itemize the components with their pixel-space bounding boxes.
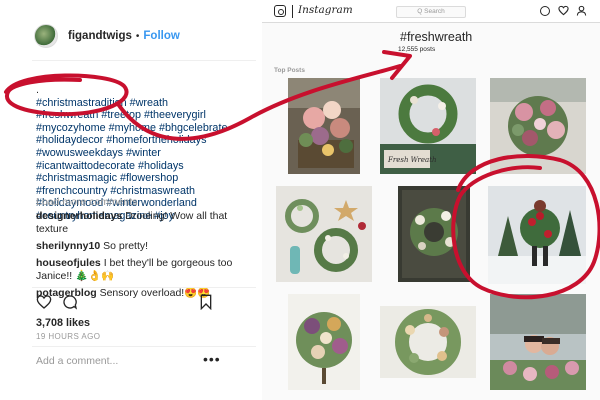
grid-post[interactable]: [288, 294, 360, 390]
wreath-photo: [488, 186, 586, 284]
comment-user[interactable]: sherilynny10: [36, 240, 100, 252]
wreath-photo: [398, 186, 470, 282]
header-divider: [32, 60, 256, 61]
comment-user[interactable]: houseofjules: [36, 257, 101, 269]
bookmark-icon[interactable]: [198, 294, 214, 310]
wreath-photo: [288, 294, 360, 390]
wreath-photo: [380, 306, 476, 378]
post-count: 12,555 posts: [398, 46, 436, 53]
heart-icon[interactable]: [36, 294, 52, 310]
caption-line[interactable]: #icantwaittodecorate #holidays: [36, 160, 256, 173]
comment-text: So pretty!: [103, 240, 149, 252]
grid-post[interactable]: [490, 78, 586, 174]
post-actions-bar: [36, 294, 214, 312]
post-timestamp: 19 HOURS AGO: [36, 332, 101, 341]
actions-divider: [32, 287, 256, 288]
profile-icon[interactable]: [576, 5, 587, 16]
hashtag-title: #freshwreath: [400, 30, 473, 44]
grid-post[interactable]: [288, 78, 360, 174]
post-header: figandtwigs • Follow: [34, 22, 180, 50]
comment: sherilynny10 So pretty!: [36, 240, 258, 253]
caption-line[interactable]: #christmasmagic #flowershop: [36, 172, 256, 185]
top-nav: Instagram Q Search: [262, 0, 600, 23]
post-detail-panel: figandtwigs • Follow . #christmastraditi…: [0, 0, 262, 400]
comment-list: designerholidays Drooling! Wow all that …: [36, 210, 258, 304]
grid-post[interactable]: [380, 306, 476, 378]
follow-button[interactable]: Follow: [143, 30, 179, 42]
activity-heart-icon[interactable]: [558, 5, 569, 16]
grid-post[interactable]: [488, 186, 586, 284]
people-photo: [490, 294, 586, 390]
load-more-comments-link[interactable]: Load more comments: [36, 196, 138, 208]
comment-user[interactable]: designerholidays: [36, 210, 122, 222]
search-input[interactable]: Q Search: [396, 6, 466, 18]
caption-line[interactable]: #christmastradition #wreath: [36, 97, 256, 110]
avatar[interactable]: [34, 24, 58, 48]
wreath-photo: [490, 78, 586, 174]
separator-dot: •: [135, 30, 140, 42]
comment-icon[interactable]: [62, 294, 78, 310]
explore-icon[interactable]: [540, 6, 550, 16]
wreath-photo: Fresh Wreath: [380, 78, 476, 174]
more-options-icon[interactable]: •••: [203, 351, 221, 367]
comment: designerholidays Drooling! Wow all that …: [36, 210, 258, 236]
nav-divider: [292, 5, 293, 18]
comment-divider: [32, 346, 256, 347]
caption-line: .: [36, 84, 39, 96]
post-username[interactable]: figandtwigs: [68, 30, 132, 42]
wreath-photo: [288, 78, 360, 174]
sign-text: Fresh Wreath: [387, 156, 437, 164]
grid-post[interactable]: Fresh Wreath: [380, 78, 476, 174]
comment: houseofjules I bet they'll be gorgeous t…: [36, 257, 258, 283]
caption-line[interactable]: #holidaydecor #homefortheholidays: [36, 134, 256, 147]
add-comment-input[interactable]: Add a comment...: [36, 355, 118, 367]
grid-post[interactable]: [276, 186, 372, 282]
hashtag-page: Instagram Q Search #freshwreath 12,555 p…: [262, 0, 600, 400]
wreath-photo: [276, 186, 372, 282]
grid-post[interactable]: [398, 186, 470, 282]
grid-post[interactable]: [490, 294, 586, 390]
camera-icon[interactable]: [274, 5, 286, 17]
likes-count[interactable]: 3,708 likes: [36, 317, 90, 329]
instagram-logo[interactable]: Instagram: [298, 4, 353, 16]
caption-line[interactable]: #mycozyhome #myhome #bhgcelebrate: [36, 122, 256, 135]
caption-line[interactable]: #freshwreath #treetop #theeverygirl: [36, 109, 256, 122]
top-posts-label: Top Posts: [274, 67, 305, 74]
caption-line[interactable]: #wowusweekdays #winter: [36, 147, 256, 160]
